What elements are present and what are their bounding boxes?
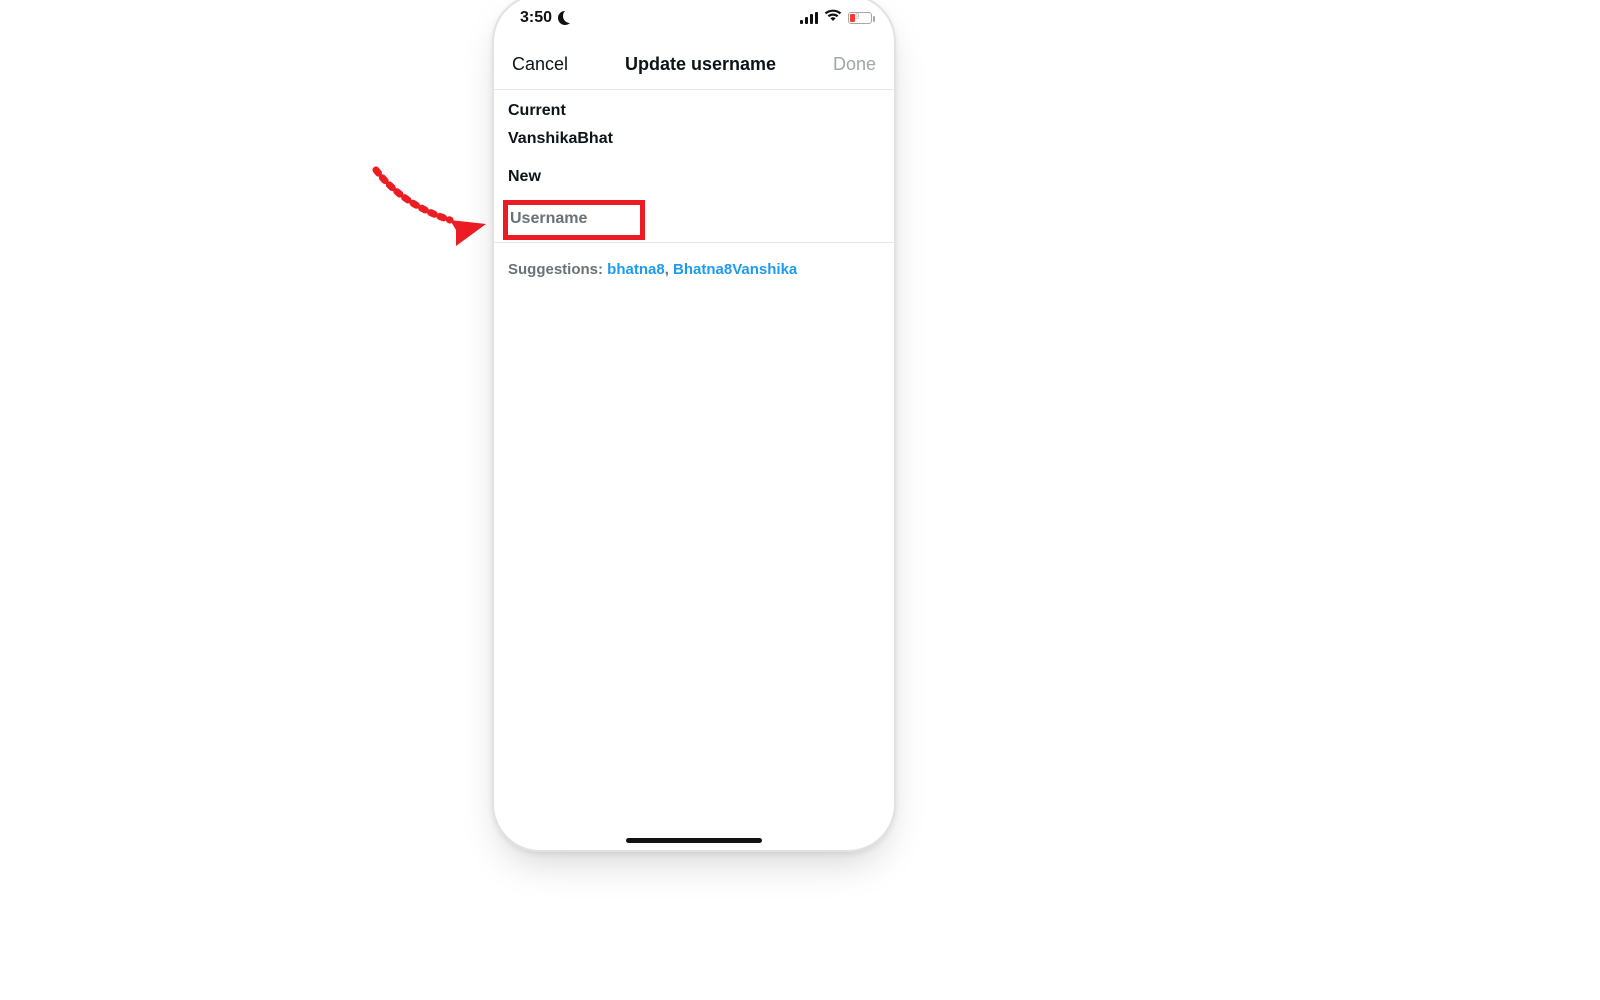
done-button[interactable]: Done	[833, 54, 876, 75]
phone-frame: 3:50 9	[492, 0, 896, 852]
status-bar: 3:50 9	[494, 0, 894, 40]
battery-icon: 9	[848, 12, 872, 24]
new-username-input[interactable]	[508, 206, 880, 232]
current-section: Current VanshikaBhat	[494, 90, 894, 156]
page-title: Update username	[625, 54, 776, 75]
suggestions-label: Suggestions:	[508, 261, 607, 278]
suggestions-line: Suggestions: bhatna8, Bhatna8Vanshika	[494, 243, 894, 296]
annotation-arrow	[358, 160, 498, 250]
current-username-value: VanshikaBhat	[508, 130, 880, 148]
status-time: 3:50	[520, 9, 552, 27]
cellular-signal-icon	[800, 12, 818, 24]
home-indicator	[626, 838, 762, 843]
suggestion-link-1[interactable]: bhatna8	[607, 261, 665, 278]
new-section: New	[494, 156, 894, 242]
wifi-icon	[824, 9, 842, 27]
suggestion-link-2[interactable]: Bhatna8Vanshika	[673, 261, 797, 278]
do-not-disturb-icon	[558, 11, 572, 25]
new-label: New	[508, 168, 880, 186]
current-label: Current	[508, 102, 880, 120]
suggestions-separator: ,	[665, 261, 673, 278]
cancel-button[interactable]: Cancel	[512, 54, 568, 75]
nav-bar: Cancel Update username Done	[494, 40, 894, 90]
